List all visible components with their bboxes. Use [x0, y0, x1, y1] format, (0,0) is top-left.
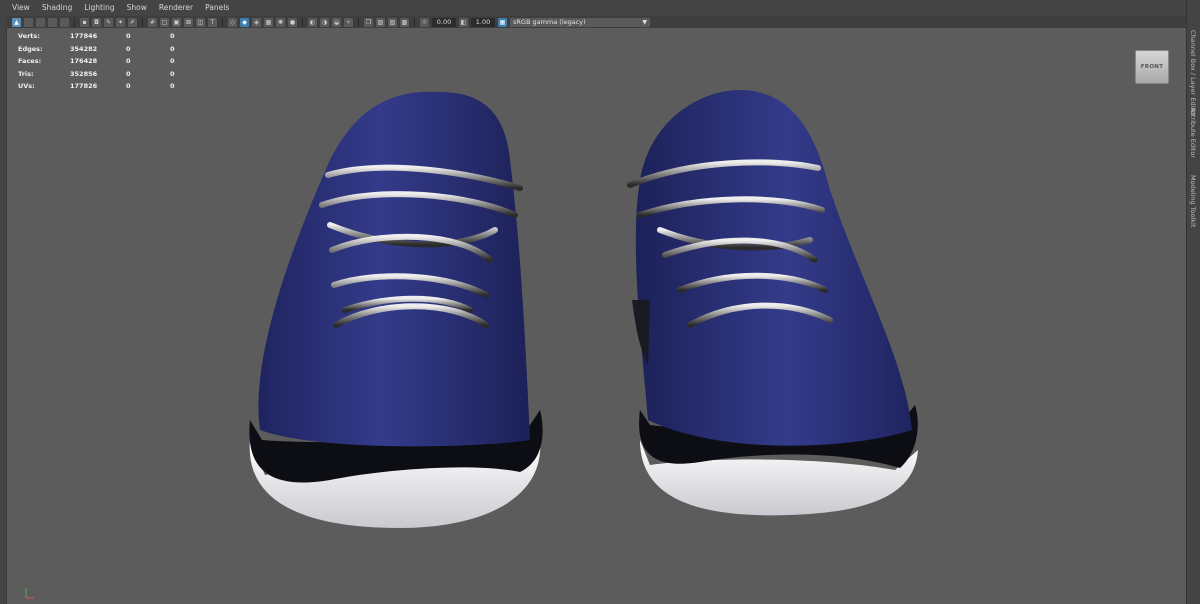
right-shoe-upper	[635, 90, 912, 446]
right-side-tab-rail: Channel Box / Layer Editor Attribute Edi…	[1186, 0, 1200, 604]
right-shoe-model[interactable]	[627, 90, 918, 516]
view-cube[interactable]: FRONT	[1135, 50, 1169, 84]
right-shoe-heel-shadow	[632, 300, 650, 365]
tab-attribute-editor[interactable]: Attribute Editor	[1189, 108, 1197, 158]
tab-channel-box[interactable]: Channel Box / Layer Editor	[1189, 30, 1197, 117]
left-shoe-model[interactable]	[249, 91, 543, 528]
maya-viewport-window: View Shading Lighting Show Renderer Pane…	[0, 0, 1200, 604]
tab-modeling-toolkit[interactable]: Modeling Toolkit	[1189, 175, 1197, 227]
left-shoe-upper	[258, 91, 530, 447]
axis-indicator	[25, 588, 34, 599]
viewport-scene[interactable]	[0, 0, 1186, 604]
